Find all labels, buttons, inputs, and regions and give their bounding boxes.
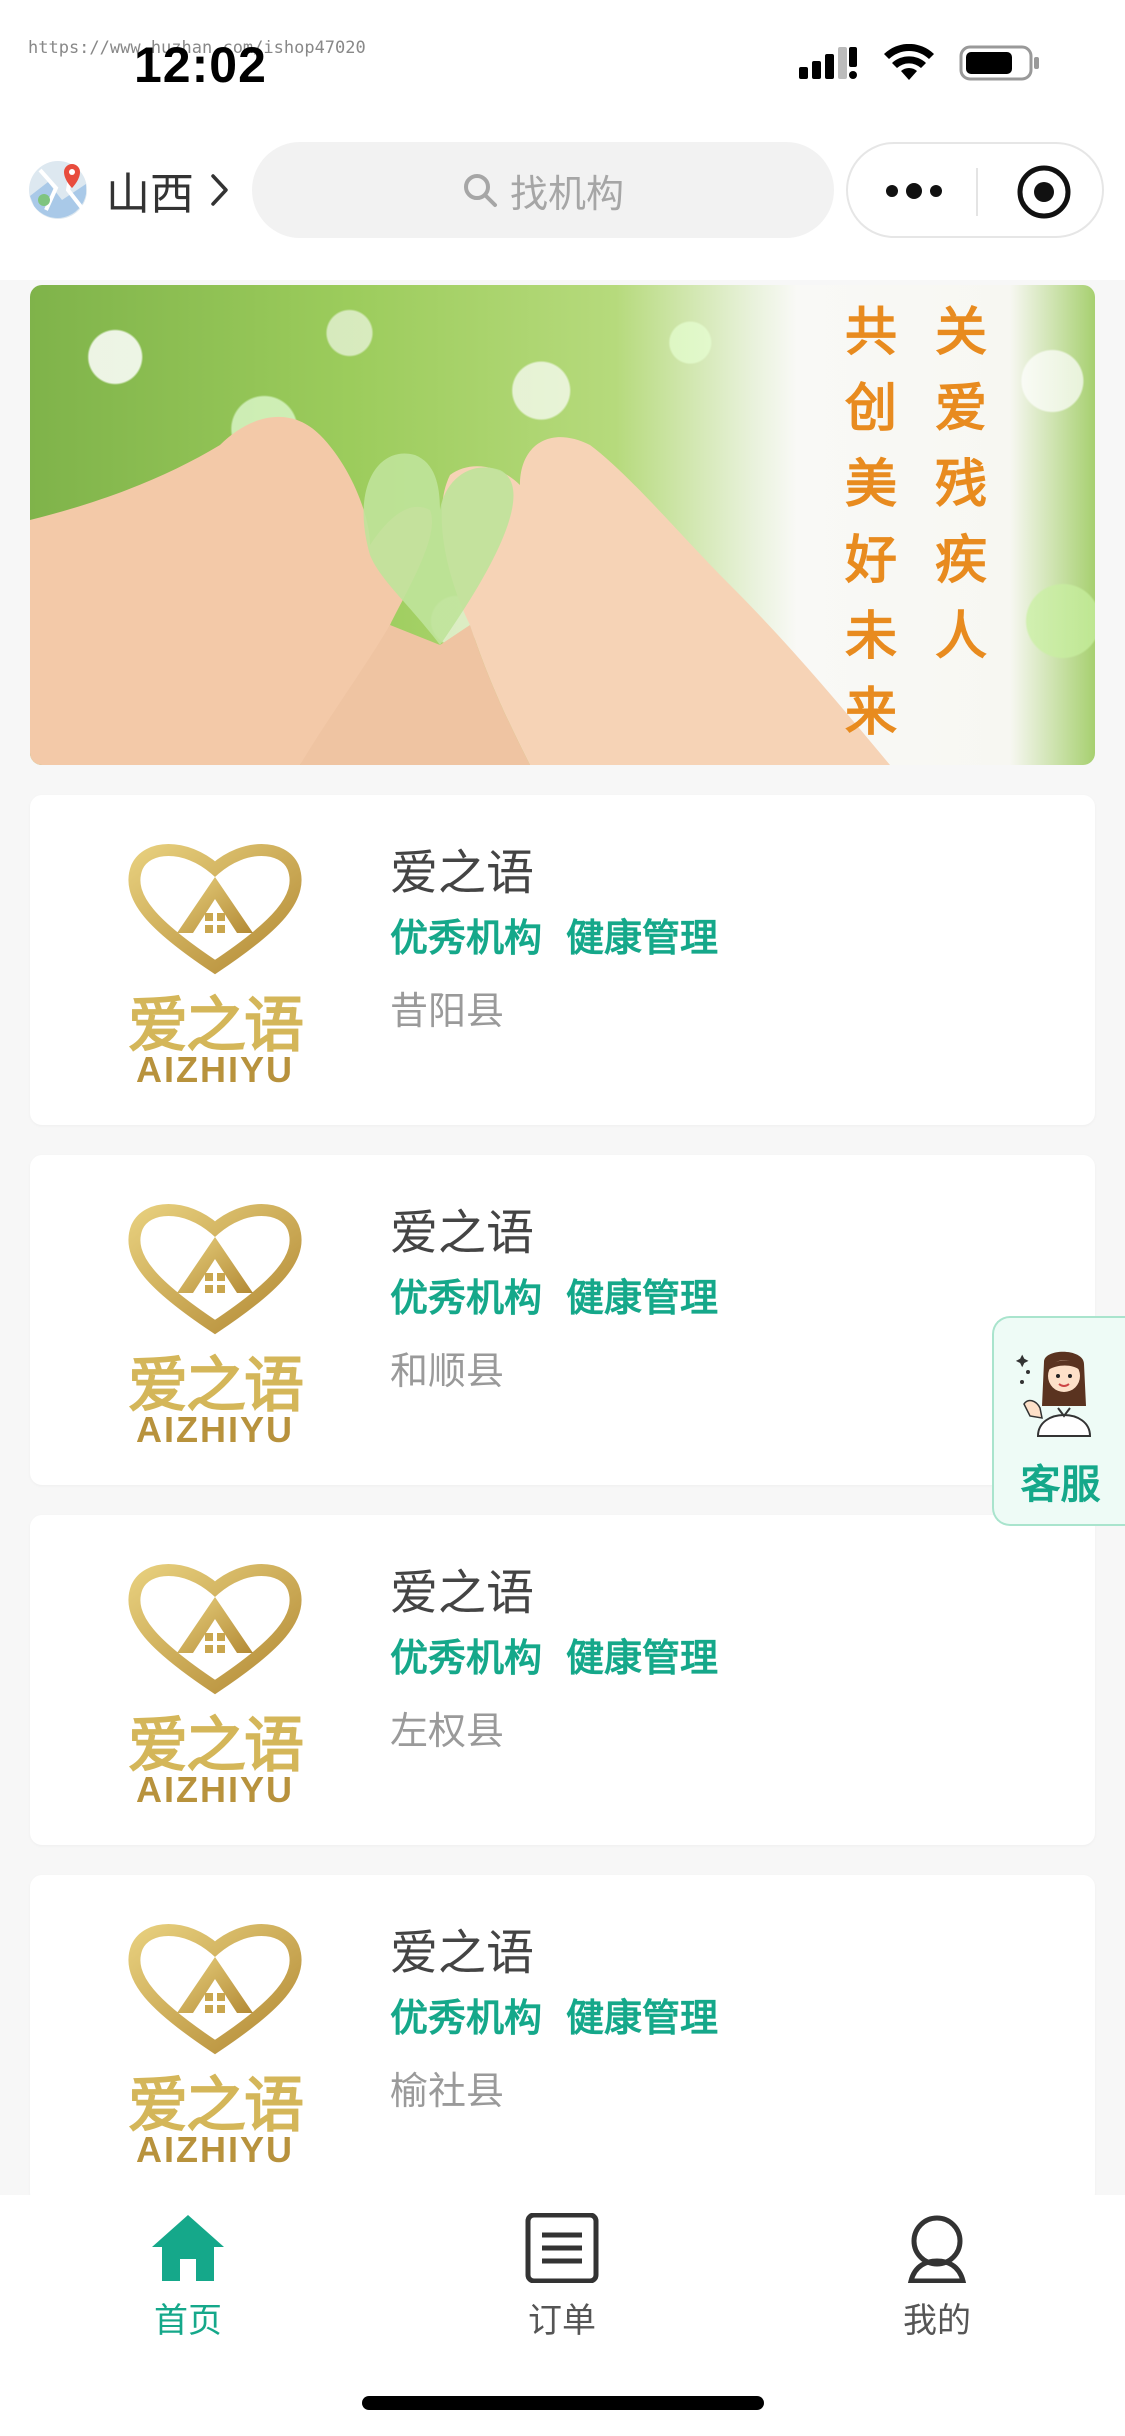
slogan-char: 残 [935, 454, 988, 515]
customer-service-button[interactable]: 客服 [992, 1316, 1125, 1526]
chevron-right-icon [211, 174, 228, 206]
slogan-char: 未 [845, 606, 898, 667]
institution-tags: 优秀机构 健康管理 [390, 1267, 718, 1322]
institution-tags: 优秀机构 健康管理 [390, 907, 718, 962]
tag-label: 优秀机构 [390, 1996, 543, 2040]
tab-label: 我的 [903, 2301, 971, 2341]
tag-label: 优秀机构 [390, 916, 543, 960]
tab-label: 首页 [154, 2301, 222, 2341]
slogan-column-1: 关 爱 残 疾 人 [935, 295, 987, 675]
institution-card[interactable]: 爱之语 AIZHIYU 爱之语 优秀机构 健康管理 榆社县 [30, 1875, 1095, 2205]
map-icon [29, 161, 87, 219]
logo-english-text: AIZHIYU [136, 2129, 294, 2170]
search-placeholder: 找机构 [509, 171, 624, 216]
battery-icon [959, 45, 1039, 81]
banner[interactable]: 关 爱 残 疾 人 共 创 美 好 未 来 [30, 285, 1095, 765]
tab-label: 订单 [528, 2301, 596, 2341]
tag-label: 健康管理 [566, 1276, 719, 1320]
institution-card[interactable]: 爱之语 AIZHIYU 爱之语 优秀机构 健康管理 左权县 [30, 1515, 1095, 1845]
institution-location: 和顺县 [390, 1349, 505, 1393]
heart-house-logo-icon [128, 1564, 302, 1695]
institution-location: 左权县 [390, 1709, 505, 1753]
close-miniprogram-icon[interactable] [1016, 164, 1072, 220]
search-icon [463, 174, 497, 207]
tab-home[interactable]: 首页 [88, 2213, 288, 2343]
tag-label: 健康管理 [566, 1996, 719, 2040]
heart-house-logo-icon [128, 844, 302, 975]
slogan-char: 关 [935, 302, 988, 363]
institution-logo: 爱之语 AIZHIYU [115, 1197, 315, 1450]
slogan-char: 共 [845, 302, 898, 363]
slogan-column-2: 共 创 美 好 未 来 [845, 295, 897, 751]
tab-orders[interactable]: 订单 [462, 2213, 662, 2343]
customer-service-agent-icon [1015, 1351, 1092, 1437]
logo-english-text: AIZHIYU [136, 1049, 294, 1090]
customer-service-label: 客服 [1020, 1462, 1101, 1508]
institution-name: 爱之语 [390, 845, 535, 901]
tag-label: 优秀机构 [390, 1636, 543, 1680]
institution-logo: 爱之语 AIZHIYU [115, 1917, 315, 2170]
logo-english-text: AIZHIYU [136, 1409, 294, 1450]
profile-icon [907, 2215, 967, 2283]
status-icons [799, 44, 1041, 82]
institution-location: 榆社县 [390, 2069, 505, 2113]
slogan-char: 好 [845, 530, 898, 591]
order-list-icon [525, 2213, 599, 2283]
region-selector[interactable]: 山西 [28, 158, 230, 222]
logo-english-text: AIZHIYU [136, 1769, 294, 1810]
institution-logo: 爱之语 AIZHIYU [115, 1557, 315, 1810]
institution-card[interactable]: 爱之语 AIZHIYU 爱之语 优秀机构 健康管理 和顺县 [30, 1155, 1095, 1485]
institution-name: 爱之语 [390, 1205, 535, 1261]
status-time: 12:02 [134, 37, 267, 93]
tag-label: 健康管理 [566, 1636, 719, 1680]
home-icon [152, 2215, 224, 2281]
slogan-char: 疾 [935, 530, 988, 591]
slogan-char: 爱 [935, 378, 988, 439]
slogan-char: 美 [845, 454, 898, 515]
slogan-char: 创 [845, 378, 898, 439]
tag-label: 优秀机构 [390, 1276, 543, 1320]
tab-profile[interactable]: 我的 [837, 2213, 1037, 2343]
slogan-char: 来 [845, 682, 898, 743]
tag-label: 健康管理 [566, 916, 719, 960]
heart-house-logo-icon [128, 1924, 302, 2055]
institution-tags: 优秀机构 健康管理 [390, 1987, 718, 2042]
institution-name: 爱之语 [390, 1565, 535, 1621]
institution-location: 昔阳县 [390, 989, 505, 1033]
heart-house-logo-icon [128, 1204, 302, 1335]
home-indicator[interactable] [362, 2396, 764, 2410]
region-label: 山西 [106, 169, 194, 220]
institution-card[interactable]: 爱之语 AIZHIYU 爱之语 优秀机构 健康管理 昔阳县 [30, 795, 1095, 1125]
slogan-char: 人 [935, 606, 988, 667]
institution-name: 爱之语 [390, 1925, 535, 1981]
wifi-icon [884, 44, 934, 80]
more-options-icon[interactable] [884, 178, 944, 204]
cellular-signal-icon [799, 47, 857, 79]
mini-program-capsule [846, 142, 1104, 238]
institution-logo: 爱之语 AIZHIYU [115, 837, 315, 1090]
search-input[interactable]: 找机构 [252, 142, 834, 238]
capsule-divider [976, 168, 978, 216]
status-bar: https://www.huzhan.com/ishop47020 12:02 [0, 0, 1125, 130]
top-navigation: 山西 找机构 [0, 130, 1125, 280]
institution-tags: 优秀机构 健康管理 [390, 1627, 718, 1682]
